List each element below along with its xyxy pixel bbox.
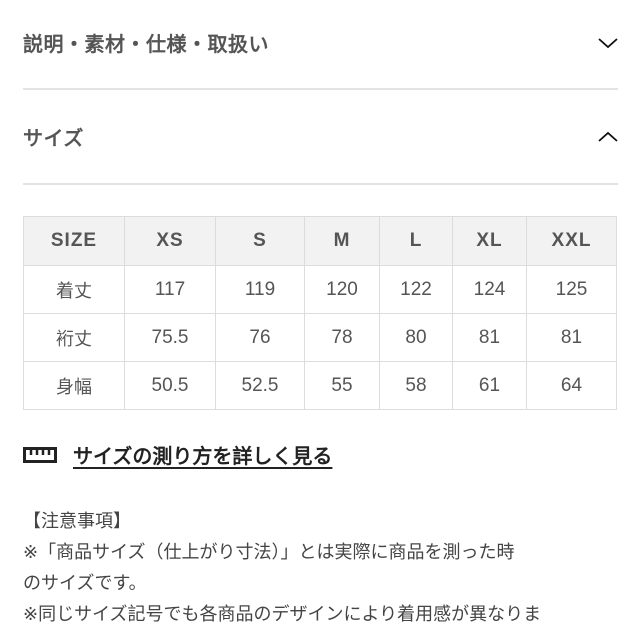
header-cell: XS [124,216,216,266]
divider [23,183,618,185]
table-cell: 119 [215,265,305,314]
notes-line: のサイズです。 [23,573,147,594]
chevron-up-icon[interactable] [598,131,618,143]
table-cell: 81 [526,313,617,362]
table-cell: 124 [452,265,527,314]
table-cell: 50.5 [124,361,216,410]
header-cell: S [215,216,305,266]
row-label: 裄丈 [23,313,125,362]
notes-line: ※「商品サイズ（仕上がり寸法）」とは実際に商品を測った時 [23,542,515,563]
accordion-description[interactable]: 説明・素材・仕様・取扱い [23,28,618,64]
size-measure-link[interactable]: サイズの測り方を詳しく見る [23,440,332,469]
table-cell: 58 [379,361,453,410]
accordion-size[interactable]: サイズ [23,122,618,158]
row-label: 着丈 [23,265,125,314]
size-table: SIZE XS S M L XL XXL 着丈 117 119 120 122 … [23,216,617,410]
table-header-row: SIZE XS S M L XL XXL [23,216,617,266]
table-cell: 75.5 [124,313,216,362]
header-cell: L [379,216,453,266]
header-cell: SIZE [23,216,125,266]
header-cell: M [304,216,380,266]
table-cell: 120 [304,265,380,314]
table-cell: 81 [452,313,527,362]
table-row: 裄丈 75.5 76 78 80 81 81 [23,313,617,362]
accordion-title: サイズ [23,126,84,150]
table-row: 身幅 50.5 52.5 55 58 61 64 [23,361,617,410]
accordion-header-description[interactable]: 説明・素材・仕様・取扱い [23,28,618,57]
row-label: 身幅 [23,361,125,410]
ruler-icon [23,446,57,463]
table-cell: 80 [379,313,453,362]
table-cell: 64 [526,361,617,410]
accordion-header-size[interactable]: サイズ [23,122,618,151]
table-row: 着丈 117 119 120 122 124 125 [23,265,617,314]
header-cell: XL [452,216,527,266]
notes-heading: 【注意事項】 [23,511,131,532]
chevron-down-icon[interactable] [598,37,618,49]
header-cell: XXL [526,216,617,266]
table-cell: 55 [304,361,380,410]
notes-line: ※同じサイズ記号でも各商品のデザインにより着用感が異なりま [23,604,542,625]
divider [23,88,618,90]
table-cell: 125 [526,265,617,314]
notes-section: 【注意事項】 ※「商品サイズ（仕上がり寸法）」とは実際に商品を測った時 のサイズ… [23,506,623,630]
table-cell: 117 [124,265,216,314]
table-cell: 78 [304,313,380,362]
table-cell: 52.5 [215,361,305,410]
size-measure-link-label[interactable]: サイズの測り方を詳しく見る [73,440,332,469]
table-cell: 122 [379,265,453,314]
table-cell: 61 [452,361,527,410]
table-cell: 76 [215,313,305,362]
accordion-title: 説明・素材・仕様・取扱い [23,32,269,56]
